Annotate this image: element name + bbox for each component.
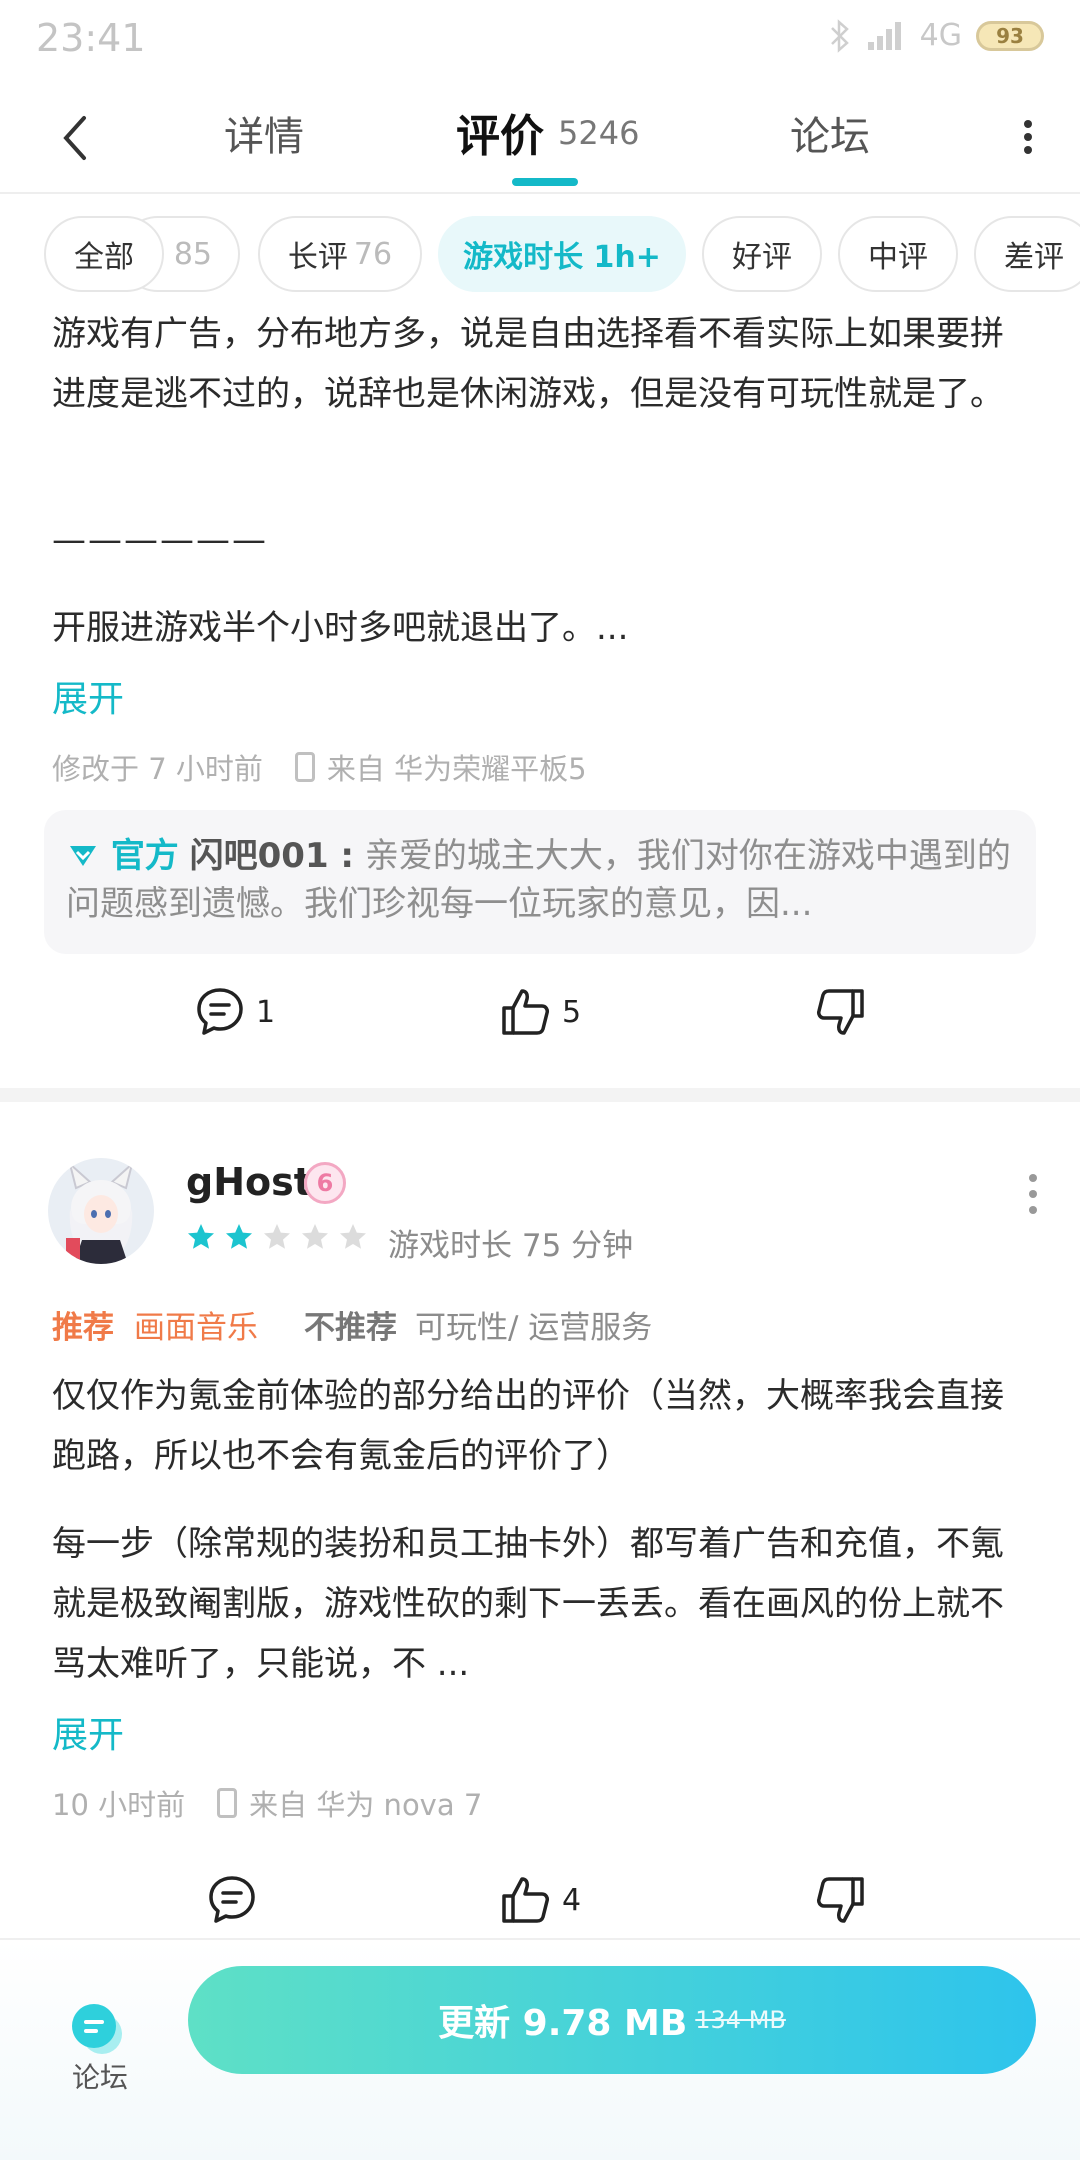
bluetooth-icon	[830, 18, 849, 53]
update-label: 更新 9.78 MB	[438, 2003, 688, 2044]
device-label: 来自 华为荣耀平板5	[326, 752, 587, 786]
comment-button[interactable]	[206, 1874, 258, 1926]
update-button[interactable]: 更新 9.78 MB 134 MB	[188, 1966, 1036, 2074]
recommend-label: 推荐	[52, 1310, 114, 1346]
signal-icon	[867, 21, 901, 50]
bottom-bar: 论坛 更新 9.78 MB 134 MB	[0, 1938, 1080, 2160]
like-button[interactable]: 4	[500, 1874, 581, 1926]
official-reply[interactable]: 官方 闪吧001 : 亲爱的城主大大，我们对你在游戏中遇到的问题感到遗憾。我们珍…	[44, 810, 1036, 954]
dislike-button[interactable]	[814, 986, 866, 1038]
device-label: 来自 华为 nova 7	[249, 1788, 483, 1822]
status-bar: 23:41 4G 93	[0, 0, 1080, 80]
status-icons: 4G 93	[828, 18, 1044, 53]
recommend-tags: 推荐 画面音乐 不推荐 可玩性/ 运营服务	[52, 1302, 652, 1347]
review-separator: ——————	[52, 520, 268, 560]
chip-good[interactable]: 好评	[702, 216, 822, 292]
star-empty-icon	[340, 1224, 366, 1249]
tab-detail[interactable]: 详情	[224, 104, 304, 162]
not-recommend-label: 不推荐	[304, 1310, 397, 1346]
expand-link[interactable]: 展开	[52, 670, 124, 722]
review-text: 开服进游戏半个小时多吧就退出了。...	[52, 608, 629, 648]
phone-icon	[294, 752, 315, 782]
thumbs-down-icon	[817, 989, 864, 1035]
expand-link[interactable]: 展开	[52, 1706, 124, 1758]
thumbs-up-icon	[502, 989, 549, 1035]
star-empty-icon	[302, 1224, 328, 1249]
star-filled-icon	[188, 1224, 214, 1249]
not-recommend-value: 可玩性/ 运营服务	[415, 1310, 653, 1346]
rating-stars	[186, 1222, 368, 1252]
section-divider	[0, 1088, 1080, 1102]
comment-icon	[209, 1876, 255, 1923]
review-meta: 10 小时前 来自 华为 nova 7	[52, 1782, 482, 1824]
filter-chips: 85 全部 长评 76 游戏时长 1h+ 好评 中评 差评	[0, 216, 1080, 294]
level-badge: 6	[304, 1162, 346, 1204]
thumbs-up-icon	[502, 1877, 549, 1923]
review-text: 每一步（除常规的装扮和员工抽卡外）都写着广告和充值，不氪就是极致阉割版，游戏性砍…	[52, 1524, 1004, 1684]
like-count: 4	[562, 1882, 582, 1918]
star-filled-icon	[226, 1224, 252, 1249]
review-text: 仅仅作为氪金前体验的部分给出的评价（当然，大概率我会直接跑路，所以也不会有氪金后…	[52, 1376, 1004, 1476]
forum-label[interactable]: 论坛	[72, 2056, 128, 2096]
old-size: 134 MB	[695, 2006, 786, 2034]
username[interactable]: gHost	[186, 1160, 312, 1204]
phone-icon	[217, 1788, 238, 1818]
like-button[interactable]: 5	[500, 986, 581, 1038]
dislike-button[interactable]	[814, 1874, 866, 1926]
header: 详情 评价 5246 论坛	[0, 80, 1080, 194]
recommend-value: 画面音乐	[134, 1310, 258, 1346]
chip-mid[interactable]: 中评	[838, 216, 958, 292]
review-time: 10 小时前	[52, 1788, 186, 1822]
review-actions: 1 5	[0, 986, 1080, 1056]
back-icon[interactable]	[50, 108, 100, 168]
chip-all[interactable]: 全部	[44, 216, 164, 292]
like-count: 5	[562, 994, 582, 1030]
thumbs-down-icon	[817, 1877, 864, 1923]
tab-review[interactable]: 评价	[456, 100, 544, 164]
official-tag: 官方	[110, 836, 179, 876]
more-icon[interactable]	[1026, 1170, 1040, 1218]
review-meta: 修改于 7 小时前 来自 华为荣耀平板5	[52, 746, 587, 788]
tab-indicator	[512, 178, 578, 186]
avatar[interactable]	[48, 1158, 154, 1264]
network-type: 4G	[919, 18, 962, 53]
battery-icon: 93	[976, 20, 1044, 51]
review-text: 游戏有广告，分布地方多，说是自由选择看不看实际上如果要拼进度是逃不过的，说辞也是…	[52, 314, 1004, 414]
chip-bad[interactable]: 差评	[974, 216, 1080, 292]
comment-icon	[197, 988, 243, 1035]
comment-button[interactable]: 1	[194, 986, 275, 1038]
comment-count: 1	[256, 994, 276, 1030]
status-time: 23:41	[36, 16, 146, 60]
official-name: 闪吧001 :	[189, 836, 355, 876]
star-empty-icon	[264, 1224, 290, 1249]
review-count: 5246	[558, 114, 640, 152]
tab-forum[interactable]: 论坛	[790, 104, 870, 162]
chip-long-review[interactable]: 长评 76	[258, 216, 422, 292]
playtime-label: 游戏时长 75 分钟	[388, 1228, 634, 1264]
review-actions: 4	[0, 1874, 1080, 1944]
chip-playtime[interactable]: 游戏时长 1h+	[438, 216, 686, 292]
official-diamond-icon	[70, 846, 96, 866]
more-icon[interactable]	[1016, 112, 1040, 162]
edited-time: 修改于 7 小时前	[52, 752, 263, 786]
